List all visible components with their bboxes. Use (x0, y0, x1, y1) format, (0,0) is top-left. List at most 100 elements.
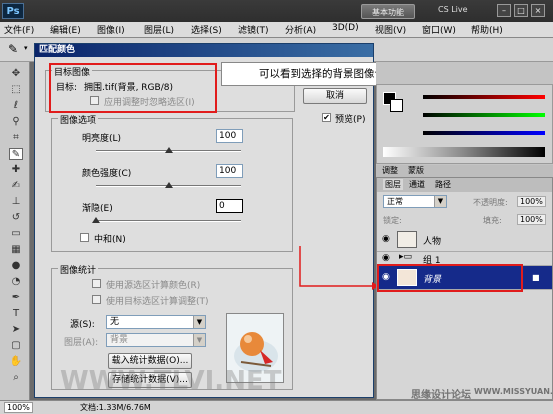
gradient-tool-icon[interactable]: ▦ (9, 244, 23, 256)
intensity-input[interactable]: 100 (216, 164, 243, 178)
highlight-box (49, 63, 217, 113)
highlight-box (377, 264, 523, 292)
preview-checkbox[interactable]: ✔ (322, 113, 331, 122)
menu-layer[interactable]: 图层(L) (144, 23, 174, 36)
layers-panel: 图层 通道 路径 正常 ▼ 不透明度: 100% 锁定: 填充: 100% ◉ … (376, 177, 553, 400)
layer-select[interactable]: 背景 ▼ (106, 333, 206, 347)
fade-slider-track[interactable] (96, 220, 241, 222)
brush-tool-icon[interactable]: ✍ (9, 180, 23, 192)
opacity-input[interactable]: 100% (517, 196, 546, 207)
fill-label: 填充: (483, 216, 502, 225)
neutralize-label: 中和(N) (94, 235, 126, 245)
document-size: 文档:1.33M/6.76M (80, 403, 151, 412)
photoshop-logo: Ps (2, 3, 24, 19)
menu-3d[interactable]: 3D(D) (332, 23, 359, 33)
color-ramp[interactable] (383, 147, 545, 157)
healing-brush-icon[interactable]: ✚ (9, 164, 23, 176)
match-color-dialog: 匹配颜色 目标图像 目标: 拥围.tif(背景, RGB/8) 应用调整时忽略选… (34, 43, 374, 398)
luminance-slider-thumb[interactable] (164, 147, 173, 153)
layer-name: 人物 (423, 237, 442, 247)
menu-window[interactable]: 窗口(W) (422, 23, 456, 36)
blue-slider[interactable] (423, 131, 545, 135)
chevron-down-icon[interactable]: ▾ (24, 44, 28, 52)
maximize-button[interactable]: □ (514, 4, 528, 17)
zoom-tool-icon[interactable]: ⌕ (9, 372, 23, 384)
menu-image[interactable]: 图像(I) (97, 23, 125, 36)
fade-slider-thumb[interactable] (92, 217, 100, 223)
shape-tool-icon[interactable]: ▢ (9, 340, 23, 352)
close-window-button[interactable]: × (531, 4, 545, 17)
eyedropper-tool-icon[interactable]: ✎ (9, 148, 23, 160)
minimize-button[interactable]: – (497, 4, 511, 17)
layer-row[interactable]: ◉ 人物 (377, 228, 552, 252)
watermark-text: WWW.TLVI.NET (60, 366, 282, 396)
menu-analysis[interactable]: 分析(A) (285, 23, 316, 36)
cs-live-button[interactable]: CS Live (438, 5, 468, 14)
eyedropper-icon[interactable]: ✎ (8, 42, 18, 56)
marquee-tool-icon[interactable]: ⬚ (9, 84, 23, 96)
dodge-tool-icon[interactable]: ◔ (9, 276, 23, 288)
history-brush-icon[interactable]: ↺ (9, 212, 23, 224)
blur-tool-icon[interactable]: ● (9, 260, 23, 272)
move-tool-icon[interactable]: ✥ (9, 68, 23, 80)
eraser-tool-icon[interactable]: ▭ (9, 228, 23, 240)
adjustments-tab-strip: 调整 蒙版 (376, 165, 553, 177)
preview-label: 预览(P) (335, 115, 366, 125)
layers-tab-strip: 图层 通道 路径 (377, 178, 552, 192)
tab-channels[interactable]: 通道 (409, 179, 425, 190)
tab-adjustments[interactable]: 调整 (382, 165, 398, 176)
source-select[interactable]: 无 ▼ (106, 315, 206, 329)
chevron-down-icon: ▼ (193, 334, 205, 346)
tab-paths[interactable]: 路径 (435, 179, 451, 190)
tab-layers[interactable]: 图层 (383, 179, 403, 190)
quick-select-icon[interactable]: ⚲ (9, 116, 23, 128)
pen-tool-icon[interactable]: ✒ (9, 292, 23, 304)
path-select-icon[interactable]: ➤ (9, 324, 23, 336)
color-panel (376, 84, 553, 164)
chevron-down-icon: ▼ (434, 196, 446, 207)
watermark-text: WWW.MISSYUAN.COM (474, 387, 553, 396)
tab-masks[interactable]: 蒙版 (408, 165, 424, 176)
background-color-swatch[interactable] (390, 99, 403, 112)
luminance-label: 明亮度(L) (82, 134, 122, 144)
image-options-group: 图像选项 明亮度(L) 100 颜色强度(C) 100 渐隐(E) 0 中和(N… (51, 113, 293, 252)
arrow-connector (299, 246, 379, 290)
eye-icon[interactable]: ◉ (382, 253, 390, 263)
crop-tool-icon[interactable]: ⌗ (9, 132, 23, 144)
image-options-label: 图像选项 (58, 113, 99, 126)
lasso-tool-icon[interactable]: ℓ (9, 100, 23, 112)
hand-tool-icon[interactable]: ✋ (9, 356, 23, 368)
chevron-down-icon: ▼ (193, 316, 205, 328)
fill-input[interactable]: 100% (517, 214, 546, 225)
red-slider[interactable] (423, 95, 545, 99)
menu-view[interactable]: 视图(V) (375, 23, 406, 36)
neutralize-checkbox[interactable] (80, 233, 89, 242)
stamp-tool-icon[interactable]: ⊥ (9, 196, 23, 208)
menu-edit[interactable]: 编辑(E) (50, 23, 81, 36)
cancel-button[interactable]: 取消 (303, 88, 367, 104)
menu-help[interactable]: 帮助(H) (471, 23, 503, 36)
dialog-title: 匹配颜色 (35, 44, 373, 57)
menu-filter[interactable]: 滤镜(T) (238, 23, 269, 36)
layer-label: 图层(A): (64, 338, 99, 348)
zoom-level[interactable]: 100% (4, 402, 33, 413)
workspace-button[interactable]: 基本功能 (361, 4, 415, 19)
use-target-selection-checkbox[interactable] (92, 295, 101, 304)
fade-label: 渐隐(E) (82, 204, 113, 214)
lock-icon: ■ (532, 273, 540, 282)
type-tool-icon[interactable]: T (9, 308, 23, 320)
intensity-slider-thumb[interactable] (164, 182, 173, 188)
eye-icon[interactable]: ◉ (382, 234, 390, 244)
green-slider[interactable] (423, 113, 545, 117)
menu-file[interactable]: 文件(F) (4, 23, 34, 36)
menu-select[interactable]: 选择(S) (191, 23, 222, 36)
fade-input[interactable]: 0 (216, 199, 243, 213)
source-label: 源(S): (70, 320, 95, 330)
opacity-label: 不透明度: (473, 198, 508, 207)
blend-mode-select[interactable]: 正常 ▼ (383, 195, 447, 208)
use-source-selection-checkbox[interactable] (92, 279, 101, 288)
use-target-selection-label: 使用目标选区计算调整(T) (106, 297, 209, 307)
luminance-input[interactable]: 100 (216, 129, 243, 143)
watermark-text: 思缘设计论坛 (411, 390, 471, 401)
intensity-label: 颜色强度(C) (82, 169, 132, 179)
